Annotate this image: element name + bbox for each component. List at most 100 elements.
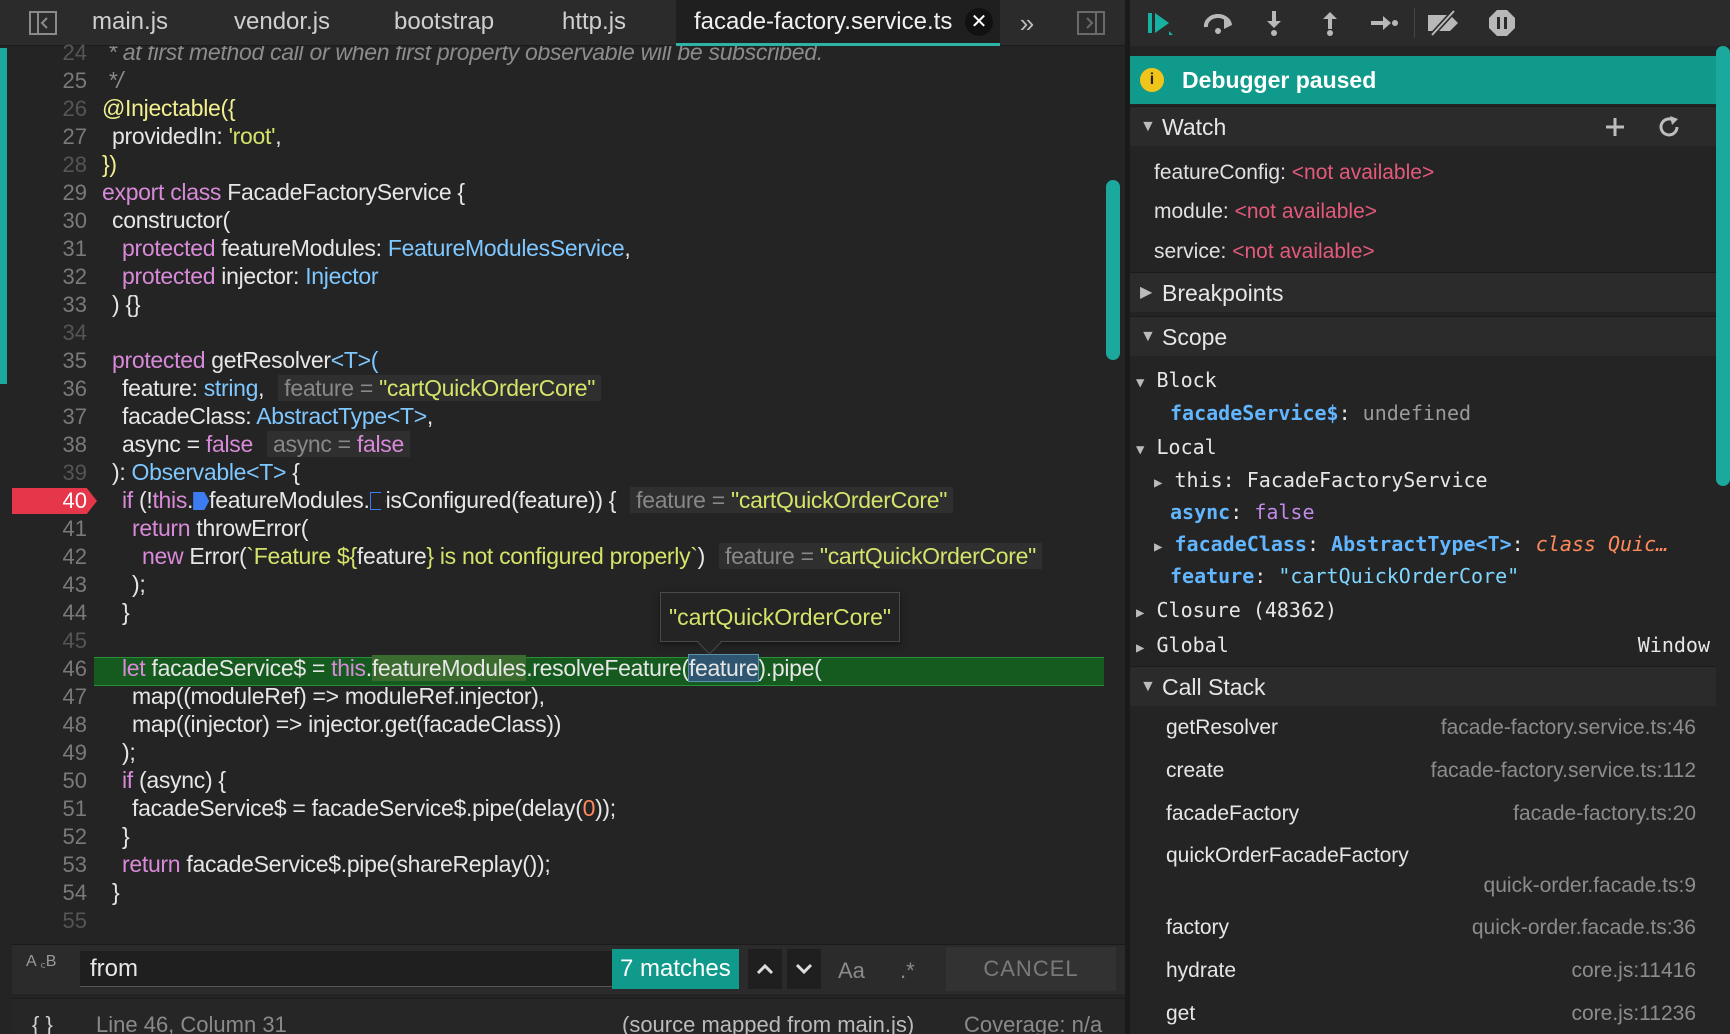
call-stack-frame[interactable]: create facade-factory.service.ts:112 bbox=[1166, 759, 1696, 789]
inline-value: feature = "cartQuickOrderCore" bbox=[630, 487, 954, 513]
plus-icon[interactable] bbox=[1600, 113, 1630, 141]
scope-global[interactable]: ▶ Global bbox=[1136, 630, 1229, 663]
cancel-button[interactable]: CANCEL bbox=[946, 947, 1116, 991]
scope-var-facadeService[interactable]: facadeService$: undefined bbox=[1170, 398, 1471, 428]
line-number: 47 bbox=[62, 684, 87, 709]
watch-item[interactable]: featureConfig: <not available> bbox=[1154, 158, 1434, 188]
line-number: 41 bbox=[62, 516, 87, 541]
line-number-gutter[interactable]: 24 25 26 27 28 29 30 31 32 33 34 35 36 3… bbox=[12, 40, 97, 946]
code-line-27: providedIn: 'root', bbox=[112, 123, 282, 149]
chevron-double-right-icon[interactable]: » bbox=[1010, 8, 1044, 38]
match-case-toggle[interactable]: Aa bbox=[838, 953, 865, 989]
pretty-print-icon[interactable]: { } bbox=[32, 999, 53, 1034]
chevron-down-icon[interactable] bbox=[787, 949, 821, 989]
scope-section-header[interactable]: ▼ Scope bbox=[1130, 316, 1716, 356]
code-line-49: ); bbox=[122, 739, 136, 765]
sidebar-toggle-icon[interactable] bbox=[26, 8, 60, 38]
match-count: 7 matches bbox=[612, 949, 739, 989]
step-out-icon[interactable] bbox=[1312, 6, 1348, 40]
triangle-down-icon: ▼ bbox=[1140, 328, 1156, 345]
resume-icon[interactable] bbox=[1142, 6, 1178, 40]
line-number: 42 bbox=[62, 544, 87, 569]
line-number: 55 bbox=[62, 908, 87, 933]
source-map-link[interactable]: (source mapped from main.js) bbox=[622, 999, 914, 1034]
watch-item[interactable]: module: <not available> bbox=[1154, 197, 1377, 227]
search-input[interactable] bbox=[80, 951, 620, 987]
code-line-31: protected featureModules: FeatureModules… bbox=[122, 235, 631, 261]
tab-bootstrap[interactable]: bootstrap bbox=[394, 0, 494, 46]
scope-var-async[interactable]: async: false bbox=[1170, 497, 1315, 527]
status-bar: { } Line 46, Column 31 (source mapped fr… bbox=[12, 998, 1125, 1034]
line-number: 31 bbox=[62, 236, 87, 261]
debugger-sidebar: i Debugger paused ▼ Watch featureConfig:… bbox=[1130, 0, 1730, 1034]
line-number: 34 bbox=[62, 320, 87, 345]
code-line-47: map((moduleRef) => moduleRef.injector), bbox=[132, 683, 545, 709]
call-stack-frame[interactable]: getResolver facade-factory.service.ts:46 bbox=[1166, 716, 1696, 746]
chevron-up-icon[interactable] bbox=[748, 949, 782, 989]
hover-value-tooltip: "cartQuickOrderCore" bbox=[660, 592, 900, 642]
inline-breakpoint-slot-icon[interactable] bbox=[369, 492, 386, 510]
scope-block[interactable]: ▼ Block bbox=[1136, 365, 1217, 398]
watch-item[interactable]: service: <not available> bbox=[1154, 237, 1375, 267]
close-icon[interactable]: ✕ bbox=[965, 8, 993, 36]
line-number: 27 bbox=[62, 124, 87, 149]
inline-value: feature = "cartQuickOrderCore" bbox=[719, 543, 1042, 569]
inline-value: feature = "cartQuickOrderCore" bbox=[278, 375, 602, 401]
debugger-scrollbar[interactable] bbox=[1716, 46, 1730, 486]
line-number: 39 bbox=[62, 460, 87, 485]
call-stack-frame[interactable]: get core.js:11236 bbox=[1166, 1002, 1696, 1032]
tab-label: facade-factory.service.ts bbox=[694, 8, 953, 35]
code-line-29: export class FacadeFactoryService { bbox=[102, 179, 465, 205]
code-line-26: @Injectable({ bbox=[102, 95, 236, 121]
triangle-down-icon: ▼ bbox=[1140, 678, 1156, 695]
regex-toggle[interactable]: .* bbox=[900, 953, 915, 989]
step-over-icon[interactable] bbox=[1200, 6, 1236, 40]
deactivate-breakpoints-icon[interactable] bbox=[1426, 6, 1462, 40]
tab-http-js[interactable]: http.js bbox=[562, 0, 626, 46]
code-line-35: protected getResolver<T>( bbox=[112, 347, 379, 373]
line-number: 44 bbox=[62, 600, 87, 625]
tab-vendor-js[interactable]: vendor.js bbox=[234, 0, 330, 46]
call-stack-section-header[interactable]: ▼ Call Stack bbox=[1130, 666, 1716, 706]
call-stack-title: Call Stack bbox=[1162, 674, 1266, 700]
call-stack-frame[interactable]: facadeFactory facade-factory.ts:20 bbox=[1166, 802, 1696, 832]
code-line-52: } bbox=[122, 823, 130, 849]
scope-var-feature[interactable]: feature: "cartQuickOrderCore" bbox=[1170, 561, 1519, 591]
panel-toggle-icon[interactable] bbox=[1074, 8, 1108, 38]
scope-local[interactable]: ▼ Local bbox=[1136, 432, 1217, 465]
pause-on-exceptions-icon[interactable] bbox=[1484, 6, 1520, 40]
line-number: 25 bbox=[62, 68, 87, 93]
inline-breakpoint-icon[interactable] bbox=[193, 492, 210, 510]
line-number: 48 bbox=[62, 712, 87, 737]
scope-var-this[interactable]: ▶ this: FacadeFactoryService bbox=[1154, 465, 1488, 498]
code-line-50: if (async) { bbox=[122, 767, 226, 793]
line-number: 26 bbox=[62, 96, 87, 121]
watch-section-header[interactable]: ▼ Watch bbox=[1130, 106, 1716, 146]
scope-closure[interactable]: ▶ Closure (48362) bbox=[1136, 595, 1337, 628]
line-number: 54 bbox=[62, 880, 87, 905]
triangle-down-icon: ▼ bbox=[1140, 118, 1156, 135]
call-stack-frame[interactable]: factory quick-order.facade.ts:36 bbox=[1166, 916, 1696, 946]
line-number: 30 bbox=[62, 208, 87, 233]
line-number: 38 bbox=[62, 432, 87, 457]
tab-facade-factory-service[interactable]: facade-factory.service.ts bbox=[676, 0, 1000, 46]
call-stack-frame[interactable]: hydrate core.js:11416 bbox=[1166, 959, 1696, 989]
call-stack-frame[interactable]: quickOrderFacadeFactory quick-order.facad… bbox=[1166, 844, 1696, 904]
toolbar-separator bbox=[1414, 8, 1415, 38]
refresh-icon[interactable] bbox=[1654, 113, 1684, 141]
code-line-44: } bbox=[122, 599, 130, 625]
triangle-right-icon: ▶ bbox=[1140, 284, 1153, 301]
step-into-icon[interactable] bbox=[1256, 6, 1292, 40]
line-number: 28 bbox=[62, 152, 87, 177]
code-line-28: }) bbox=[102, 151, 117, 177]
line-number: 33 bbox=[62, 292, 87, 317]
editor-scrollbar[interactable] bbox=[1106, 180, 1120, 360]
tab-main-js[interactable]: main.js bbox=[92, 0, 168, 46]
scope-var-facadeClass[interactable]: ▶ facadeClass: AbstractType<T>: class Qu… bbox=[1154, 529, 1668, 562]
breakpoints-section-header[interactable]: ▶ Breakpoints bbox=[1130, 272, 1716, 312]
breakpoint-line-number[interactable]: 40 bbox=[12, 488, 97, 514]
step-icon[interactable] bbox=[1366, 6, 1402, 40]
line-number: 53 bbox=[62, 852, 87, 877]
code-editor[interactable]: * at first method call or when first pro… bbox=[100, 46, 1100, 946]
line-number: 35 bbox=[62, 348, 87, 373]
